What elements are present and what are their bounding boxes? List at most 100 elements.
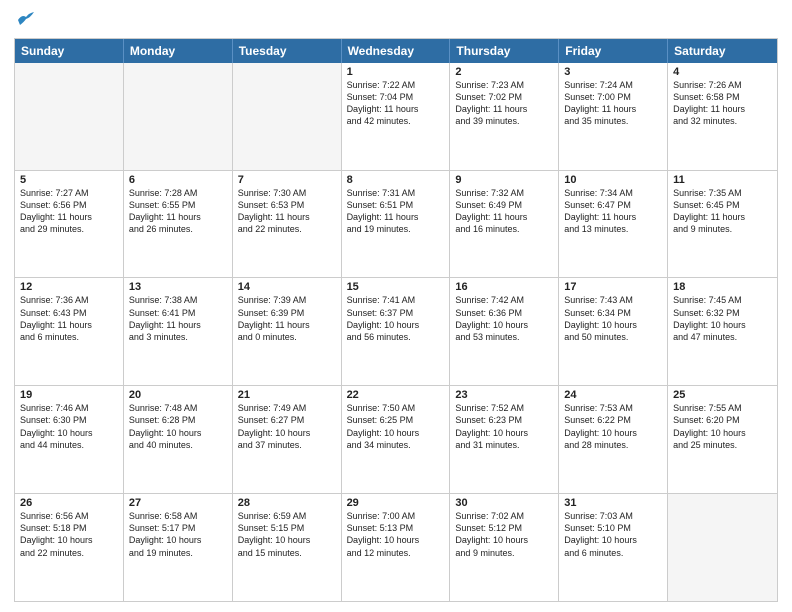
cell-info: Sunrise: 7:52 AM Sunset: 6:23 PM Dayligh…	[455, 402, 553, 451]
cell-info: Sunrise: 7:26 AM Sunset: 6:58 PM Dayligh…	[673, 79, 772, 128]
col-header-monday: Monday	[124, 39, 233, 63]
day-number: 19	[20, 389, 118, 401]
cell-info: Sunrise: 7:00 AM Sunset: 5:13 PM Dayligh…	[347, 510, 445, 559]
calendar-cell: 5Sunrise: 7:27 AM Sunset: 6:56 PM Daylig…	[15, 171, 124, 278]
calendar-row-3: 12Sunrise: 7:36 AM Sunset: 6:43 PM Dayli…	[15, 277, 777, 385]
cell-info: Sunrise: 7:36 AM Sunset: 6:43 PM Dayligh…	[20, 294, 118, 343]
cell-info: Sunrise: 7:30 AM Sunset: 6:53 PM Dayligh…	[238, 187, 336, 236]
calendar-row-5: 26Sunrise: 6:56 AM Sunset: 5:18 PM Dayli…	[15, 493, 777, 601]
calendar-cell: 10Sunrise: 7:34 AM Sunset: 6:47 PM Dayli…	[559, 171, 668, 278]
calendar-cell: 24Sunrise: 7:53 AM Sunset: 6:22 PM Dayli…	[559, 386, 668, 493]
calendar-cell: 18Sunrise: 7:45 AM Sunset: 6:32 PM Dayli…	[668, 278, 777, 385]
day-number: 14	[238, 281, 336, 293]
day-number: 13	[129, 281, 227, 293]
day-number: 27	[129, 497, 227, 509]
calendar-body: 1Sunrise: 7:22 AM Sunset: 7:04 PM Daylig…	[15, 63, 777, 601]
cell-info: Sunrise: 7:31 AM Sunset: 6:51 PM Dayligh…	[347, 187, 445, 236]
calendar-cell: 17Sunrise: 7:43 AM Sunset: 6:34 PM Dayli…	[559, 278, 668, 385]
day-number: 18	[673, 281, 772, 293]
day-number: 17	[564, 281, 662, 293]
cell-info: Sunrise: 7:41 AM Sunset: 6:37 PM Dayligh…	[347, 294, 445, 343]
day-number: 8	[347, 174, 445, 186]
calendar-cell: 15Sunrise: 7:41 AM Sunset: 6:37 PM Dayli…	[342, 278, 451, 385]
cell-info: Sunrise: 7:28 AM Sunset: 6:55 PM Dayligh…	[129, 187, 227, 236]
day-number: 2	[455, 66, 553, 78]
calendar: SundayMondayTuesdayWednesdayThursdayFrid…	[14, 38, 778, 602]
calendar-cell: 2Sunrise: 7:23 AM Sunset: 7:02 PM Daylig…	[450, 63, 559, 170]
calendar-cell: 7Sunrise: 7:30 AM Sunset: 6:53 PM Daylig…	[233, 171, 342, 278]
cell-info: Sunrise: 7:49 AM Sunset: 6:27 PM Dayligh…	[238, 402, 336, 451]
cell-info: Sunrise: 7:38 AM Sunset: 6:41 PM Dayligh…	[129, 294, 227, 343]
calendar-cell: 1Sunrise: 7:22 AM Sunset: 7:04 PM Daylig…	[342, 63, 451, 170]
day-number: 11	[673, 174, 772, 186]
cell-info: Sunrise: 7:03 AM Sunset: 5:10 PM Dayligh…	[564, 510, 662, 559]
day-number: 4	[673, 66, 772, 78]
calendar-cell: 19Sunrise: 7:46 AM Sunset: 6:30 PM Dayli…	[15, 386, 124, 493]
logo-bird-icon	[16, 12, 34, 30]
day-number: 15	[347, 281, 445, 293]
day-number: 20	[129, 389, 227, 401]
calendar-cell: 4Sunrise: 7:26 AM Sunset: 6:58 PM Daylig…	[668, 63, 777, 170]
col-header-sunday: Sunday	[15, 39, 124, 63]
cell-info: Sunrise: 7:45 AM Sunset: 6:32 PM Dayligh…	[673, 294, 772, 343]
logo	[14, 10, 34, 30]
day-number: 22	[347, 389, 445, 401]
day-number: 24	[564, 389, 662, 401]
day-number: 6	[129, 174, 227, 186]
cell-info: Sunrise: 7:50 AM Sunset: 6:25 PM Dayligh…	[347, 402, 445, 451]
day-number: 7	[238, 174, 336, 186]
calendar-row-4: 19Sunrise: 7:46 AM Sunset: 6:30 PM Dayli…	[15, 385, 777, 493]
calendar-cell: 30Sunrise: 7:02 AM Sunset: 5:12 PM Dayli…	[450, 494, 559, 601]
cell-info: Sunrise: 6:56 AM Sunset: 5:18 PM Dayligh…	[20, 510, 118, 559]
calendar-cell: 3Sunrise: 7:24 AM Sunset: 7:00 PM Daylig…	[559, 63, 668, 170]
day-number: 30	[455, 497, 553, 509]
day-number: 25	[673, 389, 772, 401]
cell-info: Sunrise: 7:46 AM Sunset: 6:30 PM Dayligh…	[20, 402, 118, 451]
cell-info: Sunrise: 7:32 AM Sunset: 6:49 PM Dayligh…	[455, 187, 553, 236]
calendar-cell: 23Sunrise: 7:52 AM Sunset: 6:23 PM Dayli…	[450, 386, 559, 493]
day-number: 16	[455, 281, 553, 293]
calendar-cell: 14Sunrise: 7:39 AM Sunset: 6:39 PM Dayli…	[233, 278, 342, 385]
cell-info: Sunrise: 7:43 AM Sunset: 6:34 PM Dayligh…	[564, 294, 662, 343]
calendar-header-row: SundayMondayTuesdayWednesdayThursdayFrid…	[15, 39, 777, 63]
calendar-cell: 31Sunrise: 7:03 AM Sunset: 5:10 PM Dayli…	[559, 494, 668, 601]
cell-info: Sunrise: 7:34 AM Sunset: 6:47 PM Dayligh…	[564, 187, 662, 236]
day-number: 12	[20, 281, 118, 293]
cell-info: Sunrise: 7:39 AM Sunset: 6:39 PM Dayligh…	[238, 294, 336, 343]
cell-info: Sunrise: 7:22 AM Sunset: 7:04 PM Dayligh…	[347, 79, 445, 128]
calendar-cell: 22Sunrise: 7:50 AM Sunset: 6:25 PM Dayli…	[342, 386, 451, 493]
cell-info: Sunrise: 7:27 AM Sunset: 6:56 PM Dayligh…	[20, 187, 118, 236]
calendar-cell: 29Sunrise: 7:00 AM Sunset: 5:13 PM Dayli…	[342, 494, 451, 601]
calendar-cell: 28Sunrise: 6:59 AM Sunset: 5:15 PM Dayli…	[233, 494, 342, 601]
calendar-row-1: 1Sunrise: 7:22 AM Sunset: 7:04 PM Daylig…	[15, 63, 777, 170]
calendar-cell	[15, 63, 124, 170]
calendar-cell: 13Sunrise: 7:38 AM Sunset: 6:41 PM Dayli…	[124, 278, 233, 385]
cell-info: Sunrise: 7:24 AM Sunset: 7:00 PM Dayligh…	[564, 79, 662, 128]
day-number: 1	[347, 66, 445, 78]
calendar-cell: 27Sunrise: 6:58 AM Sunset: 5:17 PM Dayli…	[124, 494, 233, 601]
day-number: 10	[564, 174, 662, 186]
calendar-cell: 12Sunrise: 7:36 AM Sunset: 6:43 PM Dayli…	[15, 278, 124, 385]
day-number: 26	[20, 497, 118, 509]
cell-info: Sunrise: 7:35 AM Sunset: 6:45 PM Dayligh…	[673, 187, 772, 236]
day-number: 5	[20, 174, 118, 186]
calendar-cell: 8Sunrise: 7:31 AM Sunset: 6:51 PM Daylig…	[342, 171, 451, 278]
col-header-wednesday: Wednesday	[342, 39, 451, 63]
day-number: 29	[347, 497, 445, 509]
page: SundayMondayTuesdayWednesdayThursdayFrid…	[0, 0, 792, 612]
calendar-cell	[233, 63, 342, 170]
day-number: 31	[564, 497, 662, 509]
cell-info: Sunrise: 6:59 AM Sunset: 5:15 PM Dayligh…	[238, 510, 336, 559]
day-number: 21	[238, 389, 336, 401]
col-header-friday: Friday	[559, 39, 668, 63]
calendar-cell: 9Sunrise: 7:32 AM Sunset: 6:49 PM Daylig…	[450, 171, 559, 278]
calendar-cell: 21Sunrise: 7:49 AM Sunset: 6:27 PM Dayli…	[233, 386, 342, 493]
calendar-cell: 6Sunrise: 7:28 AM Sunset: 6:55 PM Daylig…	[124, 171, 233, 278]
cell-info: Sunrise: 7:23 AM Sunset: 7:02 PM Dayligh…	[455, 79, 553, 128]
cell-info: Sunrise: 7:42 AM Sunset: 6:36 PM Dayligh…	[455, 294, 553, 343]
calendar-cell	[124, 63, 233, 170]
cell-info: Sunrise: 7:55 AM Sunset: 6:20 PM Dayligh…	[673, 402, 772, 451]
calendar-cell: 16Sunrise: 7:42 AM Sunset: 6:36 PM Dayli…	[450, 278, 559, 385]
day-number: 3	[564, 66, 662, 78]
calendar-row-2: 5Sunrise: 7:27 AM Sunset: 6:56 PM Daylig…	[15, 170, 777, 278]
